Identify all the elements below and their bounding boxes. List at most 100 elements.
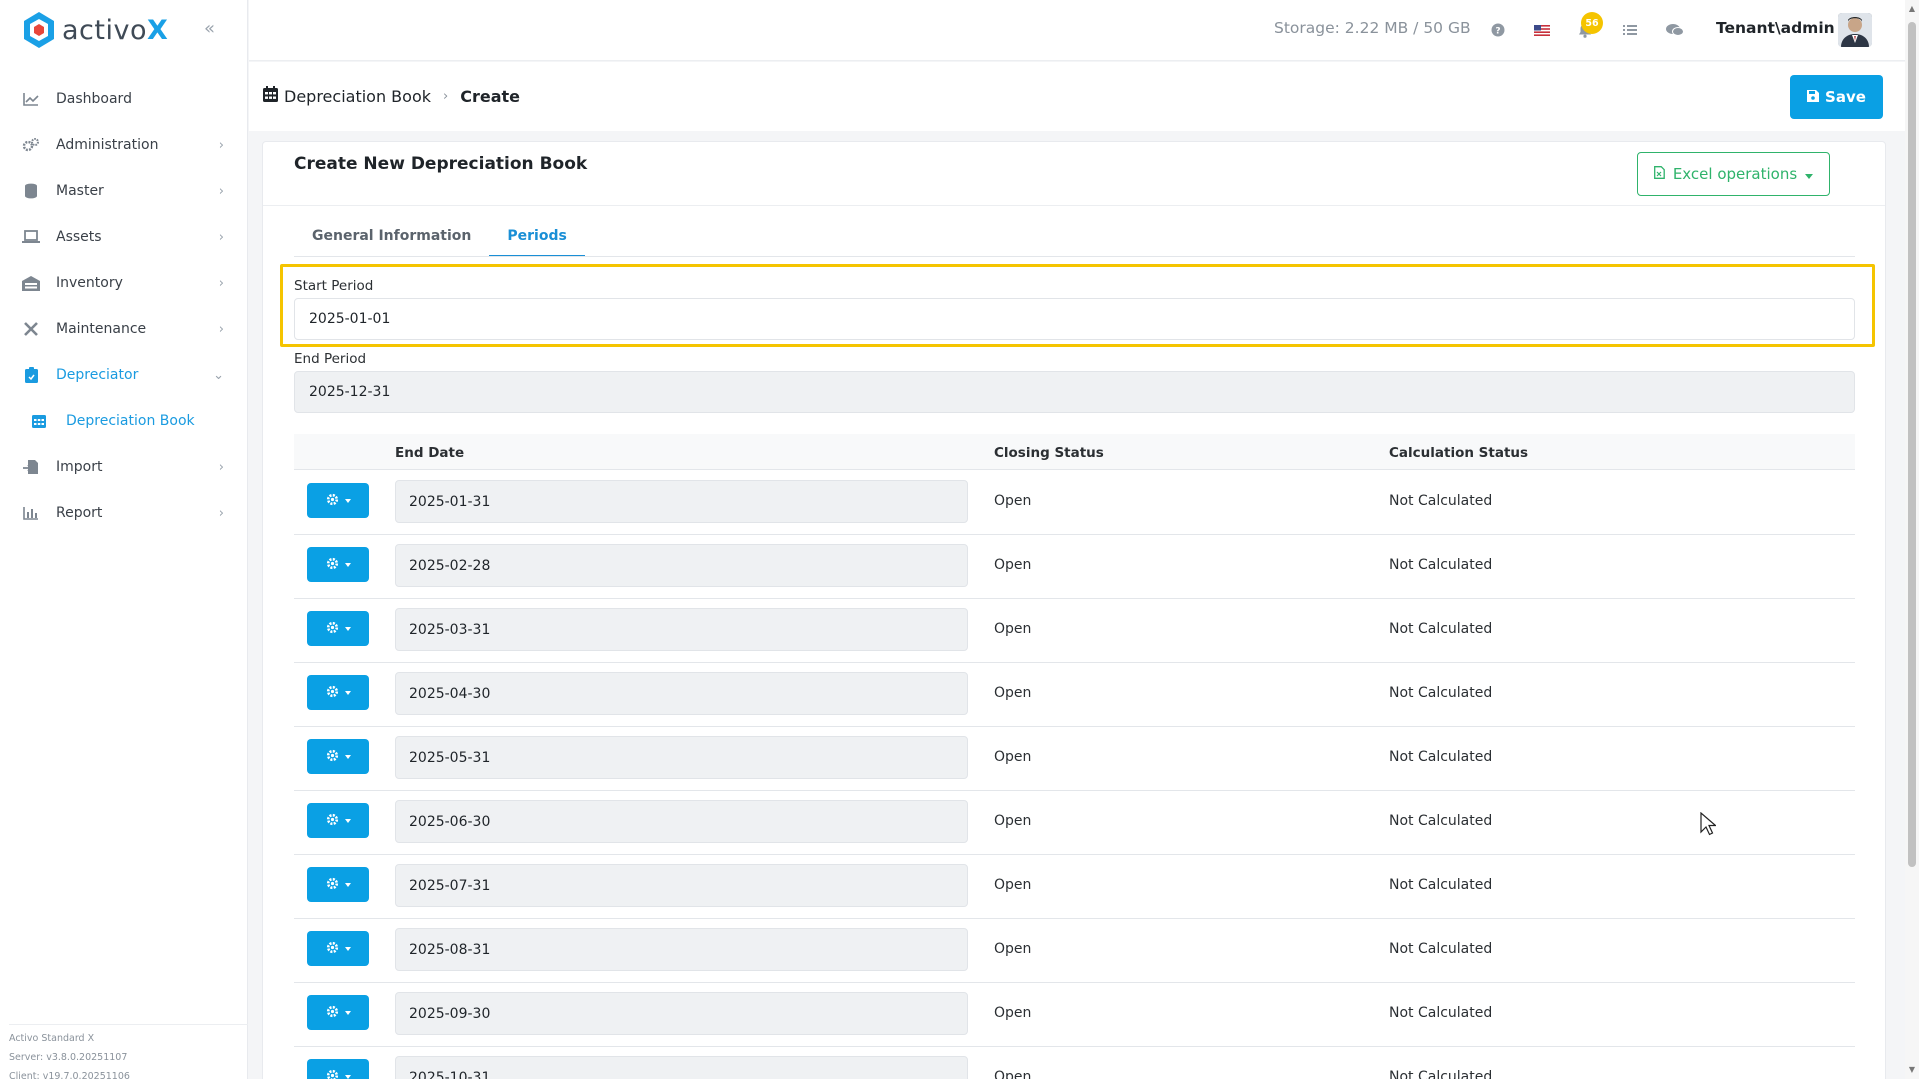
sidebar-item-assets[interactable]: Assets › xyxy=(0,214,248,260)
chevron-down-icon: ⌄ xyxy=(213,367,224,383)
excel-operations-button[interactable]: Excel operations xyxy=(1637,152,1830,196)
chart-bar-icon xyxy=(22,504,40,522)
sidebar-item-label: Depreciator xyxy=(56,367,139,383)
closing-status: Open xyxy=(994,493,1032,509)
row-actions-button[interactable] xyxy=(307,1059,369,1079)
caret-down-icon xyxy=(344,1007,351,1018)
row-actions-button[interactable] xyxy=(307,995,369,1030)
tab-periods[interactable]: Periods xyxy=(489,221,585,257)
end-period-input: 2025-12-31 xyxy=(294,371,1855,413)
closing-status: Open xyxy=(994,621,1032,637)
sidebar-item-report[interactable]: Report › xyxy=(0,490,248,536)
row-actions-button[interactable] xyxy=(307,483,369,518)
closing-status: Open xyxy=(994,1069,1032,1079)
row-actions-button[interactable] xyxy=(307,611,369,646)
sidebar-item-label: Inventory xyxy=(56,275,123,291)
breadcrumb-parent[interactable]: Depreciation Book xyxy=(284,87,431,106)
breadcrumb-current: Create xyxy=(460,86,520,106)
row-actions-button[interactable] xyxy=(307,547,369,582)
start-period-input[interactable]: 2025-01-01 xyxy=(294,298,1855,340)
gear-icon xyxy=(326,557,339,573)
end-date-input: 2025-02-28 xyxy=(395,544,968,587)
chat-icon[interactable] xyxy=(1664,19,1686,41)
divider xyxy=(263,205,1885,206)
sidebar-subitem-label: Depreciation Book xyxy=(66,413,195,429)
calculation-status: Not Calculated xyxy=(1389,621,1493,637)
closing-status: Open xyxy=(994,749,1032,765)
table-row: 2025-07-31 Open Not Calculated xyxy=(294,855,1855,919)
table-row: 2025-10-31 Open Not Calculated xyxy=(294,1047,1855,1079)
sidebar-item-depreciator[interactable]: Depreciator ⌄ xyxy=(0,352,248,398)
scroll-down-arrow-icon[interactable]: ▼ xyxy=(1908,1065,1916,1075)
database-icon xyxy=(22,182,40,200)
chevron-right-icon: › xyxy=(443,88,449,104)
scrollbar-thumb[interactable] xyxy=(1908,22,1916,867)
end-date-input: 2025-05-31 xyxy=(395,736,968,779)
sidebar-item-dashboard[interactable]: Dashboard xyxy=(0,76,248,122)
calculation-status: Not Calculated xyxy=(1389,749,1493,765)
table-row: 2025-02-28 Open Not Calculated xyxy=(294,535,1855,599)
caret-down-icon xyxy=(344,1071,351,1079)
tab-general-information[interactable]: General Information xyxy=(294,221,489,257)
topbar: Storage: 2.22 MB / 50 GB ? 56 Tenant\adm… xyxy=(249,0,1905,61)
gears-icon xyxy=(22,136,40,154)
version-server: Server: v3.8.0.20251107 xyxy=(9,1052,128,1063)
calculation-status: Not Calculated xyxy=(1389,493,1493,509)
table-row: 2025-08-31 Open Not Calculated xyxy=(294,919,1855,983)
storage-usage: Storage: 2.22 MB / 50 GB xyxy=(1274,19,1471,37)
caret-down-icon xyxy=(344,623,351,634)
chevron-right-icon: › xyxy=(218,275,224,291)
help-icon[interactable]: ? xyxy=(1487,19,1509,41)
sidebar-item-inventory[interactable]: Inventory › xyxy=(0,260,248,306)
sidebar-item-label: Assets xyxy=(56,229,102,245)
column-header-end-date: End Date xyxy=(395,445,465,461)
logo-text: activo xyxy=(62,14,147,46)
row-actions-button[interactable] xyxy=(307,867,369,902)
gear-icon xyxy=(326,749,339,765)
calculation-status: Not Calculated xyxy=(1389,1005,1493,1021)
avatar[interactable] xyxy=(1838,13,1872,47)
gear-icon xyxy=(326,1005,339,1021)
sidebar-item-import[interactable]: Import › xyxy=(0,444,248,490)
sidebar-item-administration[interactable]: Administration › xyxy=(0,122,248,168)
collapse-sidebar-icon[interactable]: « xyxy=(204,18,215,39)
table-row: 2025-03-31 Open Not Calculated xyxy=(294,599,1855,663)
save-button[interactable]: Save xyxy=(1790,75,1883,119)
row-actions-button[interactable] xyxy=(307,803,369,838)
file-import-icon xyxy=(22,458,40,476)
sidebar-item-label: Maintenance xyxy=(56,321,147,337)
end-date-input: 2025-07-31 xyxy=(395,864,968,907)
caret-down-icon xyxy=(344,751,351,762)
tools-icon xyxy=(22,320,40,338)
breadcrumb-bar: Depreciation Book › Create Save xyxy=(249,62,1905,131)
sidebar-subitem-depreciation-book[interactable]: Depreciation Book xyxy=(0,398,248,444)
row-actions-button[interactable] xyxy=(307,931,369,966)
us-flag-icon[interactable] xyxy=(1531,19,1553,41)
periods-table-header: End Date Closing Status Calculation Stat… xyxy=(294,434,1855,470)
caret-down-icon xyxy=(344,559,351,570)
gear-icon xyxy=(326,813,339,829)
calendar-icon xyxy=(32,413,48,429)
calendar-icon xyxy=(263,86,278,106)
chevron-right-icon: › xyxy=(218,505,224,521)
closing-status: Open xyxy=(994,813,1032,829)
sidebar-item-label: Import xyxy=(56,459,103,475)
mouse-cursor-icon xyxy=(1700,811,1718,840)
sidebar-item-maintenance[interactable]: Maintenance › xyxy=(0,306,248,352)
sidebar-nav: Dashboard Administration › Master › Asse… xyxy=(0,76,248,536)
version-edition: Activo Standard X xyxy=(9,1033,95,1044)
sidebar-item-label: Report xyxy=(56,505,103,521)
row-actions-button[interactable] xyxy=(307,675,369,710)
sidebar-item-master[interactable]: Master › xyxy=(0,168,248,214)
calculation-status: Not Calculated xyxy=(1389,877,1493,893)
closing-status: Open xyxy=(994,941,1032,957)
logo[interactable]: activoX xyxy=(22,10,168,50)
activox-logo-icon xyxy=(22,11,56,49)
sidebar: activoX « Dashboard Administration › Mas… xyxy=(0,0,248,1079)
calculation-status: Not Calculated xyxy=(1389,813,1493,829)
task-list-icon[interactable] xyxy=(1619,19,1641,41)
scroll-up-arrow-icon[interactable]: ▲ xyxy=(1908,4,1916,14)
row-actions-button[interactable] xyxy=(307,739,369,774)
user-menu[interactable]: Tenant\admin xyxy=(1716,19,1835,37)
table-row: 2025-06-30 Open Not Calculated xyxy=(294,791,1855,855)
